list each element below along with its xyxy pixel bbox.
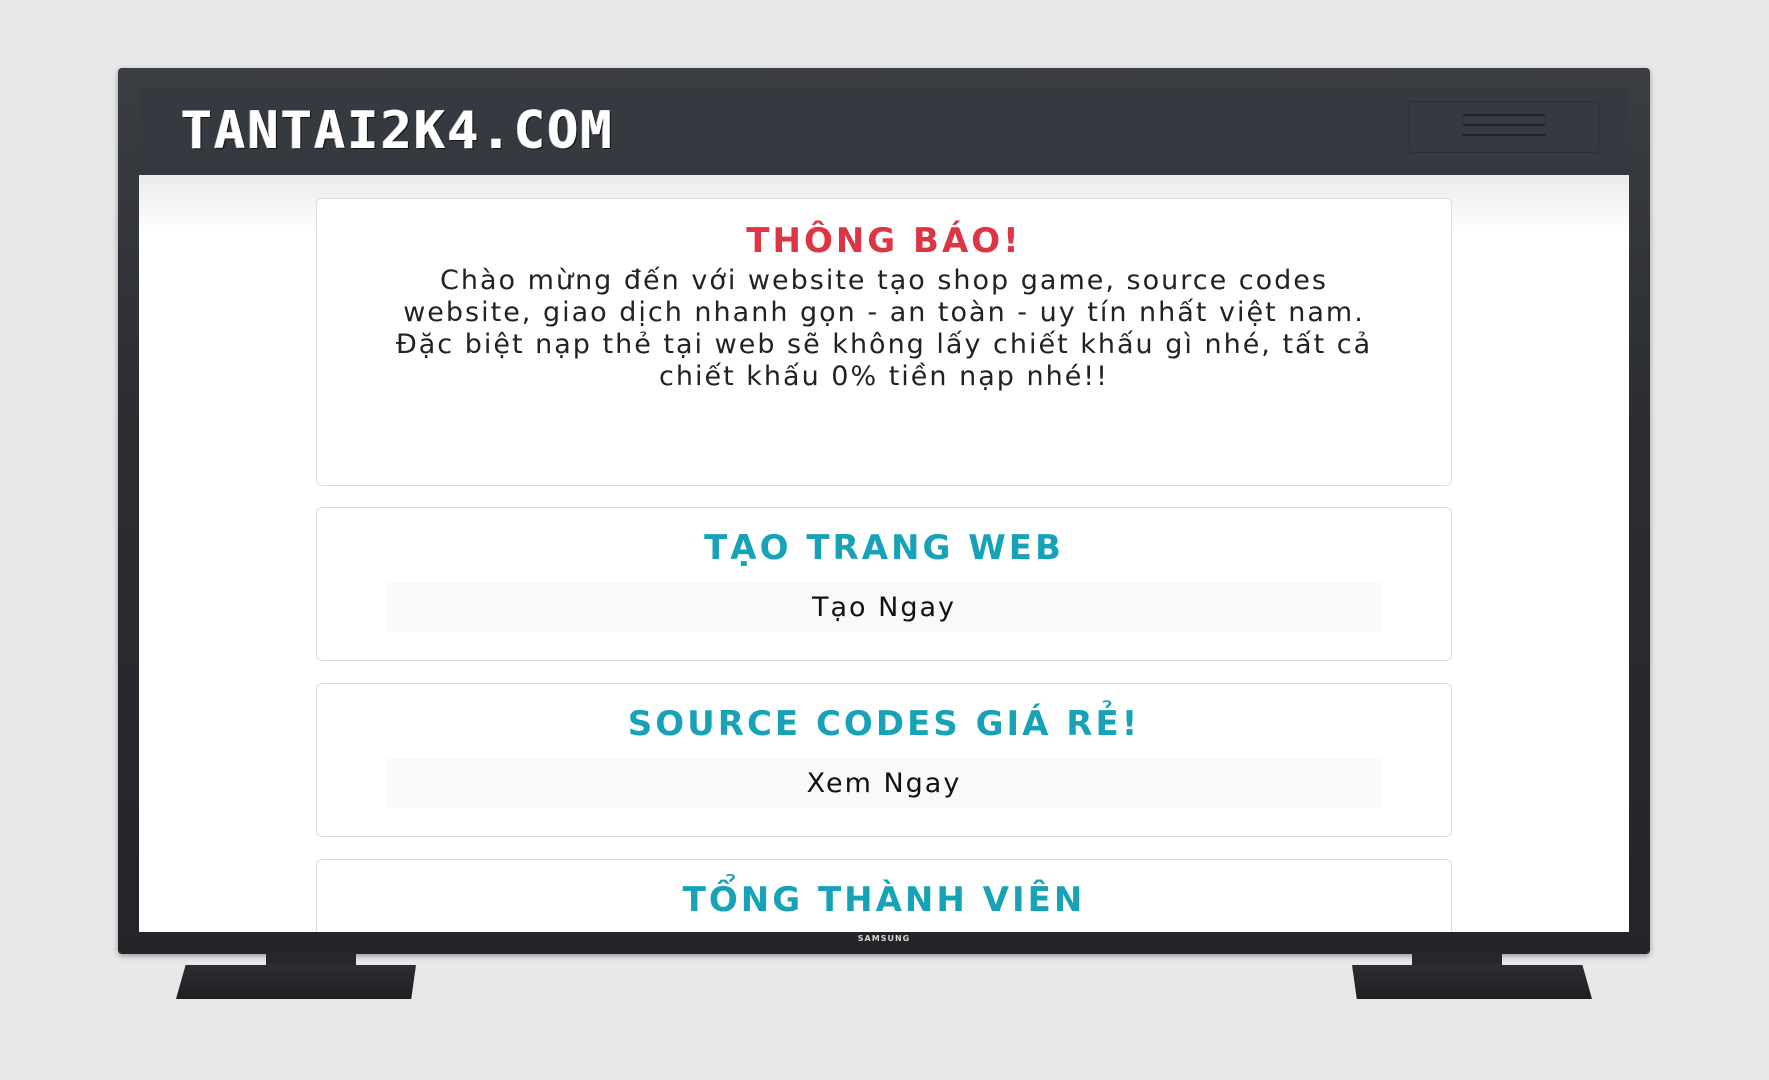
navbar-toggle-button[interactable] <box>1409 101 1599 153</box>
notice-card: THÔNG BÁO! Chào mừng đến với website tạo… <box>316 198 1452 486</box>
members-card: TỔNG THÀNH VIÊN <box>316 859 1452 932</box>
tv-stand-right <box>1352 953 1592 1005</box>
browser-viewport: TANTAI2K4.COM THÔNG BÁO! Chào mừng đến v… <box>139 87 1629 932</box>
create-web-card: TẠO TRANG WEB Tạo Ngay <box>316 507 1452 661</box>
members-title: TỔNG THÀNH VIÊN <box>682 880 1086 920</box>
navbar: TANTAI2K4.COM <box>139 87 1629 175</box>
notice-text: Chào mừng đến với website tạo shop game,… <box>395 265 1373 392</box>
site-logo[interactable]: TANTAI2K4.COM <box>181 95 614 167</box>
source-codes-title: SOURCE CODES GIÁ RẺ! <box>627 704 1141 744</box>
create-now-button[interactable]: Tạo Ngay <box>386 582 1382 632</box>
create-web-title: TẠO TRANG WEB <box>704 528 1064 568</box>
view-now-button[interactable]: Xem Ngay <box>386 758 1382 808</box>
hamburger-menu-icon <box>1463 114 1545 140</box>
tv-stand-left <box>176 953 416 1005</box>
source-codes-card: SOURCE CODES GIÁ RẺ! Xem Ngay <box>316 683 1452 837</box>
notice-title: THÔNG BÁO! <box>746 221 1022 261</box>
tv-brand-logo: SAMSUNG <box>857 934 911 943</box>
